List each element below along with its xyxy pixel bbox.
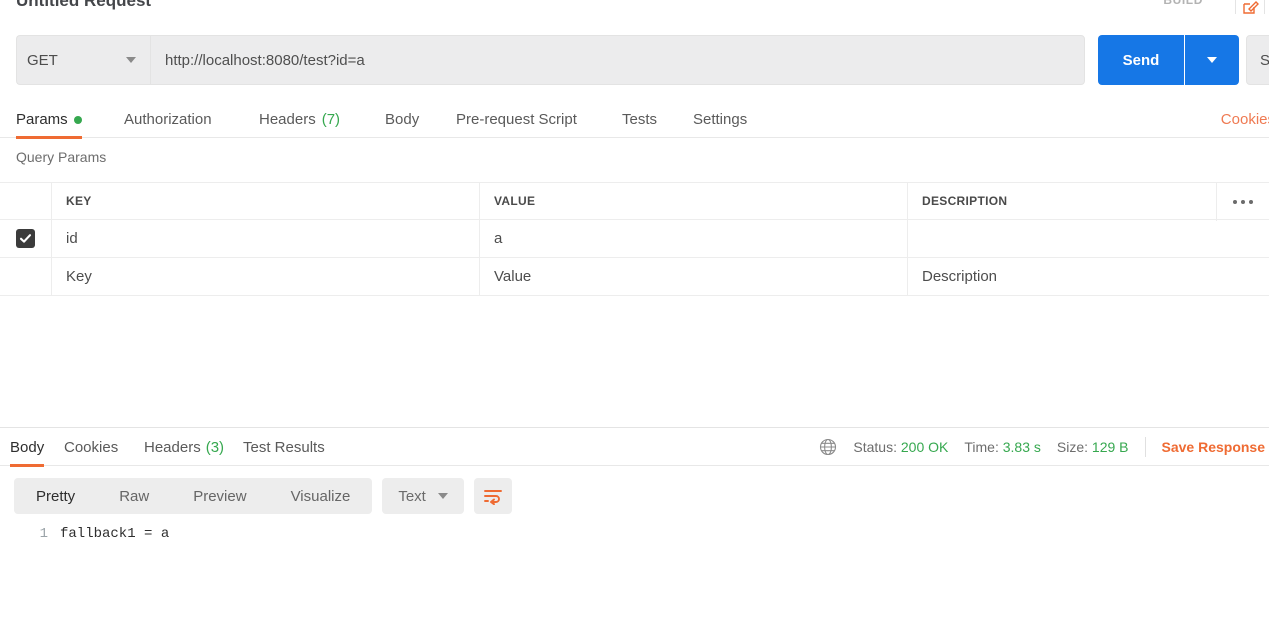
time-group: Time: 3.83 s: [964, 439, 1041, 455]
build-label: BUILD: [1163, 0, 1203, 7]
new-key-input[interactable]: Key: [52, 258, 480, 295]
tab-authorization[interactable]: Authorization: [124, 101, 212, 138]
save-button[interactable]: Save: [1246, 35, 1269, 85]
response-tabs: Body Cookies Headers (3) Test Results St…: [0, 428, 1269, 467]
time-value: 3.83 s: [1002, 439, 1041, 455]
row-checkbox-cell-empty[interactable]: [0, 258, 52, 295]
response-format-toolbar: Pretty Raw Preview Visualize Text: [14, 478, 512, 514]
tab-label: Tests: [622, 111, 658, 128]
tab-count: (3): [205, 438, 225, 456]
table-row-empty: Key Value Description: [0, 258, 1269, 296]
format-tab-raw[interactable]: Raw: [97, 478, 171, 514]
tab-label: Authorization: [124, 111, 212, 128]
size-label: Size:: [1056, 439, 1089, 455]
response-status-bar: Status: 200 OK Time: 3.83 s Size: 129 B …: [819, 428, 1269, 466]
table-header-row: KEY VALUE DESCRIPTION: [0, 182, 1269, 221]
tab-label: Body: [385, 111, 420, 128]
content-type-label: Text: [398, 487, 426, 505]
query-params-table: KEY VALUE DESCRIPTION id a Key Value Des…: [0, 182, 1269, 296]
header-description: DESCRIPTION: [908, 183, 1269, 221]
cookies-link[interactable]: Cookies: [1221, 101, 1269, 138]
tab-params[interactable]: Params: [16, 101, 82, 139]
tab-tests[interactable]: Tests: [622, 101, 657, 138]
tab-label: Headers: [144, 438, 201, 456]
url-bar-row: GET http://localhost:8080/test?id=a Send…: [16, 35, 1269, 85]
response-tab-test-results[interactable]: Test Results: [243, 428, 325, 466]
header-key: KEY: [52, 183, 480, 219]
tab-pre-request-script[interactable]: Pre-request Script: [456, 101, 577, 138]
new-description-input[interactable]: Description: [908, 258, 1269, 295]
page-title: Untitled Request: [16, 0, 152, 10]
line-number: 1: [39, 526, 48, 542]
response-tab-body[interactable]: Body: [10, 428, 45, 467]
tab-count: (7): [321, 111, 341, 128]
method-label: GET: [27, 51, 58, 69]
edit-square-icon[interactable]: [1235, 0, 1265, 14]
url-text: http://localhost:8080/test?id=a: [165, 51, 365, 69]
format-tab-group: Pretty Raw Preview Visualize: [14, 478, 373, 514]
chevron-down-icon: [1207, 57, 1217, 63]
chevron-down-icon: [126, 57, 136, 63]
format-tab-visualize[interactable]: Visualize: [269, 478, 373, 514]
title-strip: Untitled Request BUILD: [0, 0, 1269, 14]
ellipsis-icon[interactable]: [1216, 183, 1269, 221]
status-group: Status: 200 OK: [853, 439, 948, 455]
time-label: Time:: [964, 439, 999, 455]
code-line: 1 fallback1 = a: [0, 526, 1269, 552]
size-group: Size: 129 B: [1057, 439, 1129, 455]
row-checkbox-checked[interactable]: [16, 229, 35, 248]
method-selector[interactable]: GET: [16, 35, 150, 85]
table-row: id a: [0, 220, 1269, 258]
response-tab-headers[interactable]: Headers (3): [144, 428, 224, 466]
tab-label: Test Results: [243, 438, 325, 456]
header-value: VALUE: [480, 183, 908, 219]
row-checkbox-cell[interactable]: [0, 220, 52, 257]
url-input[interactable]: http://localhost:8080/test?id=a: [150, 35, 1085, 85]
tab-settings[interactable]: Settings: [693, 101, 747, 138]
request-tabs: Params Authorization Headers (7) Body Pr…: [0, 101, 1269, 139]
tab-label: Headers: [259, 111, 316, 128]
tab-label: Body: [10, 438, 45, 456]
save-response-button[interactable]: Save Response: [1144, 437, 1265, 457]
status-label: Status:: [853, 439, 897, 455]
word-wrap-icon[interactable]: [473, 478, 512, 514]
tab-label: Settings: [693, 111, 748, 128]
row-key-input[interactable]: id: [52, 220, 480, 257]
size-value: 129 B: [1091, 439, 1129, 455]
modified-dot-icon: [73, 115, 82, 124]
postman-request-view: Untitled Request BUILD GET http://localh…: [0, 0, 1269, 638]
query-params-title: Query Params: [16, 149, 107, 165]
format-tab-pretty[interactable]: Pretty: [14, 478, 97, 514]
tab-headers[interactable]: Headers (7): [259, 101, 340, 138]
content-type-selector[interactable]: Text: [382, 478, 464, 514]
header-checkbox-cell: [0, 183, 52, 219]
response-body[interactable]: 1 fallback1 = a: [0, 526, 1269, 552]
globe-icon: [819, 438, 837, 456]
send-button[interactable]: Send: [1098, 35, 1184, 85]
format-tab-preview[interactable]: Preview: [171, 478, 268, 514]
row-value-input[interactable]: a: [480, 220, 908, 257]
new-value-input[interactable]: Value: [480, 258, 908, 295]
tab-label: Cookies: [64, 438, 119, 456]
response-tab-cookies[interactable]: Cookies: [64, 428, 118, 466]
status-value: 200 OK: [900, 439, 949, 455]
send-options-button[interactable]: [1185, 35, 1239, 85]
row-description-input[interactable]: [908, 220, 1269, 257]
chevron-down-icon: [437, 493, 448, 499]
line-content: fallback1 = a: [60, 526, 170, 542]
tab-label: Params: [16, 111, 68, 128]
tab-body[interactable]: Body: [385, 101, 419, 138]
tab-label: Pre-request Script: [456, 111, 577, 128]
header-description-label: DESCRIPTION: [922, 194, 1008, 208]
